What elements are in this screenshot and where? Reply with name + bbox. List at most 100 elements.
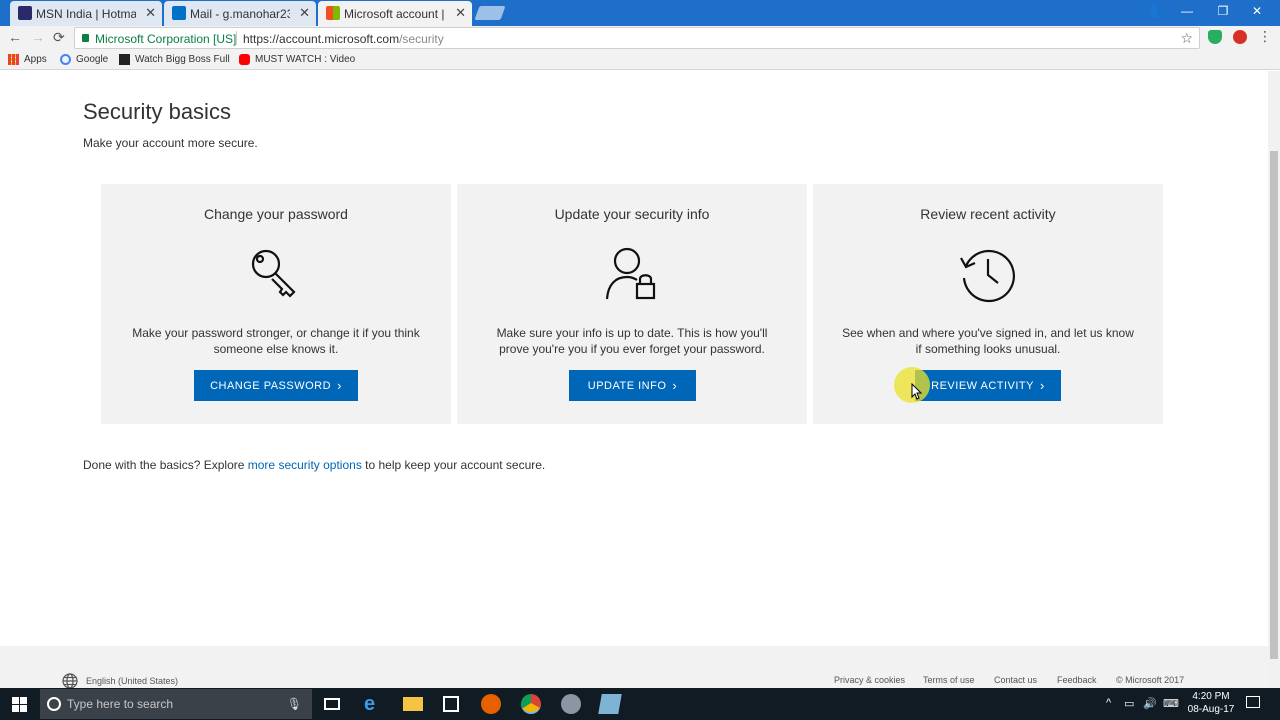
footer-suffix: to help keep your account secure.	[361, 458, 546, 472]
back-button[interactable]: ←	[8, 29, 22, 45]
reload-button[interactable]: ⟳	[53, 29, 65, 46]
bookmark-must-watch[interactable]: MUST WATCH : Video	[239, 54, 355, 65]
action-center-icon[interactable]	[1246, 696, 1260, 708]
lock-icon	[82, 34, 89, 42]
card-description: Make your password stronger, or change i…	[132, 326, 420, 356]
user-profile-icon[interactable]: 👤	[1137, 0, 1171, 22]
minimize-button[interactable]: —	[1170, 0, 1204, 22]
card-title: Update your security info	[554, 206, 710, 222]
tab-msn[interactable]: MSN India | Hotmail, Out ✕	[10, 1, 162, 26]
scrollbar-thumb[interactable]	[1270, 151, 1278, 659]
button-label: UPDATE INFO	[587, 379, 667, 392]
footer-prefix: Done with the basics? Explore	[83, 458, 248, 472]
user-lock-icon	[605, 247, 656, 300]
apps-grid-icon	[8, 54, 19, 65]
tab-microsoft-account[interactable]: Microsoft account | Secu ✕	[318, 1, 472, 26]
card-title: Review recent activity	[920, 206, 1056, 222]
bookmark-bigg-boss[interactable]: Watch Bigg Boss Full	[119, 54, 230, 65]
file-explorer-icon[interactable]	[403, 697, 423, 711]
chevron-right-icon: ›	[672, 378, 678, 393]
shield-extension-icon[interactable]	[1208, 30, 1222, 44]
review-activity-button[interactable]: REVIEW ACTIVITY ›	[915, 370, 1061, 401]
more-security-options-link[interactable]: more security options	[248, 458, 362, 472]
restore-button[interactable]: ❐	[1206, 0, 1240, 22]
more-options-line: Done with the basics? Explore more secur…	[83, 458, 545, 472]
url-host: https://account.microsoft.com	[243, 32, 400, 46]
page-scrollbar[interactable]	[1268, 71, 1280, 688]
bookmark-star-icon[interactable]: ☆	[1180, 30, 1193, 47]
history-clock-icon	[960, 249, 1015, 303]
change-password-button[interactable]: CHANGE PASSWORD ›	[194, 370, 358, 401]
chevron-right-icon: ›	[1040, 378, 1045, 393]
site-identity: Microsoft Corporation [US]	[95, 32, 237, 46]
clock-time: 4:20 PM	[1192, 691, 1230, 702]
bookmark-label: Watch Bigg Boss Full	[135, 54, 230, 65]
tab-close-icon[interactable]: ✕	[455, 5, 466, 21]
url-text[interactable]: https://account.microsoft.com/security	[243, 32, 444, 46]
bookmarks-bar: Apps Google Watch Bigg Boss Full MUST WA…	[0, 50, 1280, 70]
msn-favicon-icon	[18, 6, 32, 20]
card-description: See when and where you've signed in, and…	[842, 326, 1134, 356]
globe-icon	[62, 673, 78, 689]
youtube-icon	[239, 54, 250, 65]
outlook-favicon-icon	[172, 6, 186, 20]
network-icon[interactable]: ▭	[1124, 697, 1134, 710]
chevron-right-icon: ›	[337, 378, 342, 393]
bookmark-icon	[119, 54, 130, 65]
tab-label: Mail - g.manohar23@ho	[190, 6, 290, 21]
volume-icon[interactable]: 🔊	[1143, 697, 1157, 710]
bookmark-google[interactable]: Google	[60, 54, 108, 65]
site-footer: English (United States) Privacy & cookie…	[0, 646, 1268, 689]
copyright-text: © Microsoft 2017	[1116, 675, 1185, 685]
browser-menu-icon[interactable]: ⋮	[1258, 28, 1272, 45]
tab-close-icon[interactable]: ✕	[299, 5, 310, 21]
review-activity-card: Review recent activity See when and wher…	[813, 184, 1163, 424]
forward-button[interactable]: →	[31, 29, 45, 45]
page-subtitle: Make your account more secure.	[83, 136, 258, 150]
google-icon	[60, 54, 71, 65]
app-icon[interactable]	[561, 694, 581, 714]
update-security-info-card: Update your security info Make sure your…	[457, 184, 807, 424]
bookmark-label: Google	[76, 54, 109, 65]
bookmark-label: Apps	[24, 54, 47, 65]
privacy-cookies-link[interactable]: Privacy & cookies	[834, 675, 905, 685]
key-icon	[251, 249, 296, 298]
address-bar[interactable]: Microsoft Corporation [US] https://accou…	[74, 27, 1200, 49]
microphone-icon[interactable]: 🎙	[287, 697, 302, 711]
contact-us-link[interactable]: Contact us	[994, 675, 1037, 685]
clock-date: 08-Aug-17	[1187, 704, 1235, 715]
card-title: Change your password	[204, 206, 348, 222]
edge-icon[interactable]: e	[364, 694, 384, 714]
windows-start-icon[interactable]	[12, 697, 27, 712]
page-title: Security basics	[83, 99, 231, 124]
taskbar-search-box[interactable]: Type here to search 🎙	[40, 689, 312, 719]
change-password-card: Change your password Make your password …	[101, 184, 451, 424]
update-info-button[interactable]: UPDATE INFO ›	[569, 370, 696, 401]
task-view-icon[interactable]	[324, 698, 340, 710]
tab-label: MSN India | Hotmail, Out	[36, 6, 136, 21]
firefox-icon[interactable]	[481, 694, 501, 714]
cortana-icon	[47, 697, 61, 711]
windows-taskbar: Type here to search 🎙 e ^ ▭ 🔊 ⌨ 4:20 PM …	[0, 688, 1280, 720]
url-path: /security	[399, 32, 444, 46]
store-icon[interactable]	[443, 696, 459, 712]
tray-overflow-icon[interactable]: ^	[1106, 697, 1111, 709]
keyboard-icon[interactable]: ⌨	[1163, 697, 1179, 710]
notepad-icon[interactable]	[598, 694, 622, 714]
chrome-icon[interactable]	[521, 694, 541, 714]
tab-close-icon[interactable]: ✕	[145, 5, 156, 21]
new-tab-button[interactable]	[474, 6, 506, 20]
system-clock[interactable]: 4:20 PM 08-Aug-17	[1182, 690, 1240, 716]
bookmark-apps[interactable]: Apps	[8, 54, 47, 65]
terms-of-use-link[interactable]: Terms of use	[923, 675, 975, 685]
mouse-cursor-icon	[911, 383, 923, 400]
bookmark-label: MUST WATCH : Video	[255, 54, 356, 65]
tab-outlook-mail[interactable]: Mail - g.manohar23@ho ✕	[164, 1, 316, 26]
adblock-extension-icon[interactable]	[1233, 30, 1247, 44]
tab-label: Microsoft account | Secu	[344, 6, 444, 21]
close-window-button[interactable]: ✕	[1240, 0, 1274, 22]
feedback-link[interactable]: Feedback	[1057, 675, 1097, 685]
card-description: Make sure your info is up to date. This …	[496, 326, 768, 356]
browser-toolbar: ← → ⟳ Microsoft Corporation [US] https:/…	[0, 26, 1280, 50]
language-selector[interactable]: English (United States)	[62, 673, 178, 689]
